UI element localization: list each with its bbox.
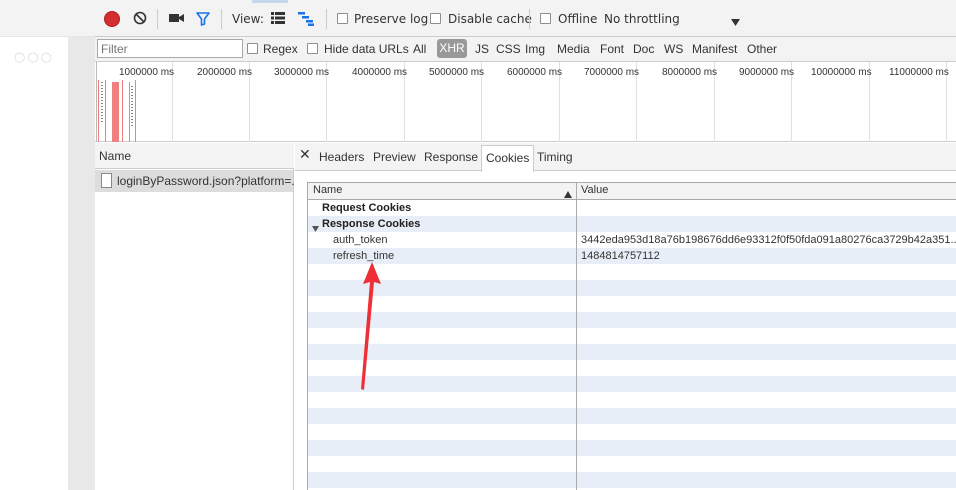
tab-headers[interactable]: Headers [319, 149, 364, 165]
throttling-select[interactable]: No throttling [604, 11, 680, 27]
chevron-down-icon[interactable] [731, 15, 740, 26]
network-toolbar: View: Preserve log Disable cache Offline… [95, 0, 956, 37]
network-overview[interactable]: 1000000 ms 2000000 ms 3000000 ms 4000000… [95, 62, 956, 142]
overview-tick-label: 7000000 ms [584, 67, 640, 78]
type-filter-js[interactable]: JS [475, 41, 489, 57]
table-row-stripe [308, 440, 956, 456]
disable-cache-label: Disable cache [448, 12, 532, 26]
table-row-stripe [308, 408, 956, 424]
arrow-shape [361, 262, 381, 390]
offline-label: Offline [558, 12, 598, 26]
record-icon[interactable] [105, 12, 119, 26]
overview-request-bar [122, 80, 123, 142]
regex-label: Regex [263, 42, 298, 56]
type-filter-all[interactable]: All [413, 41, 426, 57]
detail-tabs: ✕ Headers Preview Response Cookies Timin… [295, 143, 956, 172]
overview-tick-label: 1000000 ms [119, 67, 175, 78]
page-topbar [0, 0, 95, 37]
overview-request-bar [131, 86, 133, 126]
close-icon[interactable]: ✕ [299, 147, 311, 163]
overview-request-bar [105, 80, 106, 142]
view-label: View: [232, 12, 264, 26]
overview-tick-label: 2000000 ms [197, 67, 253, 78]
type-filter-xhr[interactable]: XHR [437, 39, 467, 58]
table-row-stripe [308, 312, 956, 328]
response-cookies-section[interactable]: Response Cookies [322, 216, 420, 232]
expand-triangle-icon[interactable] [312, 221, 319, 232]
overview-tick-label: 10000000 ms [811, 67, 872, 78]
overview-request-bar [101, 82, 103, 122]
hide-data-urls-checkbox[interactable] [307, 43, 318, 54]
type-filter-other[interactable]: Other [747, 41, 777, 57]
filter-input[interactable] [97, 39, 243, 58]
type-filter-doc[interactable]: Doc [633, 41, 654, 57]
request-cookies-section[interactable]: Request Cookies [322, 200, 411, 216]
type-filter-css[interactable]: CSS [496, 41, 521, 57]
devtools-screenshot: ○○○ View: Preserve log Disable cache Off… [0, 0, 956, 490]
disable-cache-checkbox[interactable] [430, 13, 441, 24]
filter-icon[interactable] [196, 12, 210, 26]
name-column-header[interactable]: Name [99, 149, 131, 163]
capture-screenshots-icon[interactable] [169, 12, 185, 24]
tab-timing[interactable]: Timing [537, 149, 573, 165]
type-filter-img[interactable]: Img [525, 41, 545, 57]
request-list-header[interactable]: Name [95, 143, 294, 169]
overview-request-bar [135, 80, 136, 142]
hide-data-urls-label: Hide data URLs [324, 42, 409, 56]
filter-bar: Regex Hide data URLs All XHR JS CSS Img … [95, 37, 956, 62]
table-row-stripe [308, 280, 956, 296]
annotation-arrow [361, 262, 381, 390]
regex-checkbox[interactable] [247, 43, 258, 54]
file-icon [101, 173, 112, 188]
type-filter-manifest[interactable]: Manifest [692, 41, 737, 57]
overview-tick-label: 8000000 ms [662, 67, 718, 78]
preserve-log-label: Preserve log [354, 12, 429, 26]
overview-tick-label: 4000000 ms [352, 67, 408, 78]
request-list: Name loginByPassword.json?platform=... [95, 143, 301, 490]
tab-cookies[interactable]: Cookies [481, 145, 535, 172]
clear-icon[interactable] [133, 11, 147, 25]
type-filter-ws[interactable]: WS [664, 41, 683, 57]
overview-request-bar [129, 82, 130, 142]
type-filter-media[interactable]: Media [557, 41, 590, 57]
cookie-value[interactable]: 1484814757112 [581, 248, 660, 264]
cookies-table: Name Value Request Cookies Response Cook… [307, 182, 956, 490]
table-row-stripe [308, 344, 956, 360]
tab-response[interactable]: Response [424, 149, 478, 165]
overview-tick-label: 11000000 ms [889, 67, 949, 78]
more-dots-icon: ○○○ [14, 50, 55, 65]
request-name: loginByPassword.json?platform=... [117, 174, 302, 188]
overview-tick-label: 5000000 ms [429, 67, 485, 78]
request-detail-pane: ✕ Headers Preview Response Cookies Timin… [295, 143, 956, 490]
overview-tick-label: 3000000 ms [274, 67, 330, 78]
type-filter-font[interactable]: Font [600, 41, 624, 57]
name-column-header[interactable]: Name [313, 184, 342, 196]
offline-checkbox[interactable] [540, 13, 551, 24]
overview-request-bar [112, 82, 119, 142]
cookies-table-header: Name Value [308, 183, 956, 200]
overview-tick-label: 6000000 ms [507, 67, 563, 78]
column-divider[interactable] [576, 183, 577, 490]
page-scroll-area [68, 37, 95, 490]
overview-request-bar [98, 80, 99, 142]
request-row[interactable]: loginByPassword.json?platform=... [95, 170, 301, 192]
cookie-value[interactable]: 3442eda953d18a76b198676dd6e93312f0f50fda… [581, 232, 956, 248]
overview-tick [96, 62, 97, 142]
table-row-stripe [308, 472, 956, 488]
value-column-header[interactable]: Value [581, 184, 608, 196]
preserve-log-checkbox[interactable] [337, 13, 348, 24]
cookie-name[interactable]: auth_token [333, 232, 387, 248]
overview-tick-label: 9000000 ms [739, 67, 795, 78]
sort-ascending-icon[interactable] [564, 187, 572, 198]
table-row-stripe [308, 376, 956, 392]
tab-preview[interactable]: Preview [373, 149, 416, 165]
large-rows-icon[interactable] [271, 12, 285, 24]
active-panel-accent [252, 0, 288, 3]
show-overview-icon[interactable] [298, 12, 314, 26]
